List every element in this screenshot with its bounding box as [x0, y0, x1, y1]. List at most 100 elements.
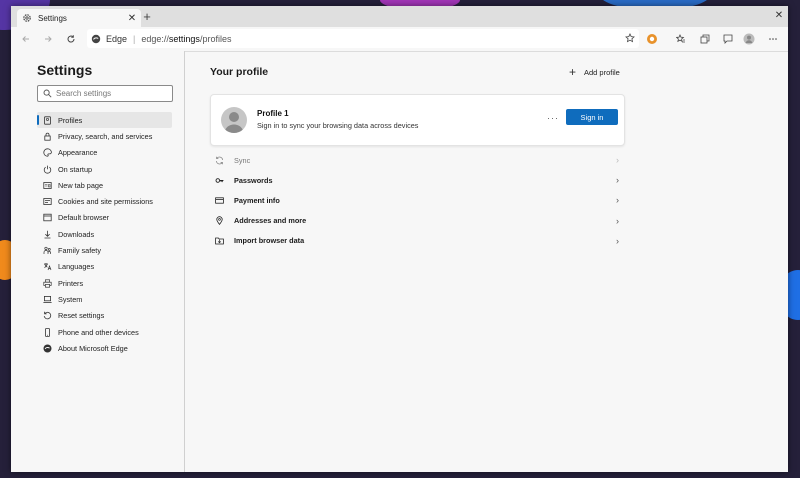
tab-title: Settings [38, 13, 67, 23]
sidebar-item-family-safety[interactable]: Family safety [37, 242, 172, 258]
chevron-right-icon: › [616, 175, 619, 186]
palette-icon [43, 148, 52, 157]
search-input[interactable] [56, 89, 166, 98]
chevron-right-icon: › [616, 235, 619, 246]
sidebar-item-printers[interactable]: Printers [37, 275, 172, 291]
key-icon [215, 176, 224, 185]
more-menu-icon[interactable] [765, 31, 781, 47]
window-close-icon[interactable]: ✕ [773, 10, 785, 22]
sidebar-item-new-tab-page[interactable]: New tab page [37, 177, 172, 193]
printer-icon [43, 279, 52, 288]
person-icon [43, 116, 52, 125]
reset-icon [43, 311, 52, 320]
refresh-button[interactable] [63, 31, 79, 47]
sidebar-item-profiles[interactable]: Profiles [37, 112, 172, 129]
power-icon [43, 165, 52, 174]
import-icon [215, 236, 224, 245]
sidebar-item-label: Profiles [58, 115, 83, 125]
sidebar-item-label: New tab page [58, 180, 104, 190]
search-box[interactable] [37, 85, 173, 102]
family-icon [43, 246, 52, 255]
toolbar: Edge | edge://settings/profiles [11, 27, 788, 52]
sidebar-item-label: Appearance [58, 148, 98, 158]
sign-in-button[interactable]: Sign in [566, 109, 618, 125]
site-name: Edge [106, 33, 128, 44]
language-icon [43, 262, 52, 271]
sidebar-item-reset-settings[interactable]: Reset settings [37, 308, 172, 324]
sidebar-title: Settings [37, 62, 93, 78]
browser-icon [43, 213, 52, 222]
row-sync[interactable]: Sync › [210, 150, 623, 170]
row-payment-info[interactable]: Payment info › [210, 190, 623, 210]
new-tab-button[interactable]: + [139, 8, 155, 25]
edge-icon [43, 344, 52, 353]
url-text: edge://settings/profiles [141, 33, 232, 44]
collections-icon[interactable] [697, 31, 713, 47]
sidebar-item-label: Cookies and site permissions [58, 197, 153, 207]
tab-close-icon[interactable]: ✕ [127, 13, 137, 24]
sync-icon [215, 156, 224, 165]
location-icon [215, 216, 224, 226]
favorites-icon[interactable] [673, 31, 689, 47]
phone-icon [43, 327, 52, 337]
sidebar-item-label: Phone and other devices [58, 327, 139, 337]
profile-name: Profile 1 [257, 109, 289, 118]
card-icon [215, 196, 224, 205]
tab-settings[interactable]: Settings ✕ [17, 9, 141, 27]
settings-content: Your profile + Add profile Profile 1 Sig… [185, 51, 788, 472]
add-profile-label: Add profile [584, 67, 620, 77]
plus-icon: + [569, 65, 577, 79]
sidebar-item-label: About Microsoft Edge [58, 343, 128, 353]
chevron-right-icon: › [616, 215, 619, 226]
forward-button[interactable] [40, 31, 56, 47]
chevron-right-icon: › [616, 155, 619, 165]
sidebar-item-about[interactable]: About Microsoft Edge [37, 340, 172, 356]
profile-settings-list: Sync › Passwords › Payment info › Addres… [210, 150, 623, 251]
sidebar-item-appearance[interactable]: Appearance [37, 145, 172, 161]
sidebar-item-label: Languages [58, 262, 95, 272]
sidebar-item-on-startup[interactable]: On startup [37, 161, 172, 177]
sidebar-item-cookies[interactable]: Cookies and site permissions [37, 193, 172, 209]
sidebar-item-label: Reset settings [58, 311, 105, 321]
sidebar-item-system[interactable]: System [37, 291, 172, 307]
address-bar[interactable]: Edge | edge://settings/profiles [87, 29, 639, 48]
row-label: Addresses and more [234, 216, 307, 226]
search-icon [43, 89, 52, 98]
add-profile-button[interactable]: + Add profile [569, 65, 620, 79]
settings-sidebar: Settings Profiles Privacy, search, and s… [11, 51, 185, 472]
permissions-icon [43, 197, 52, 206]
sidebar-item-label: Privacy, search, and services [58, 131, 153, 141]
sidebar-item-label: Printers [58, 278, 84, 288]
page-title: Your profile [210, 66, 269, 78]
profile-subtitle: Sign in to sync your browsing data acros… [257, 121, 419, 130]
feedback-icon[interactable] [720, 31, 736, 47]
favorite-star-icon[interactable] [623, 31, 637, 45]
sidebar-item-privacy[interactable]: Privacy, search, and services [37, 128, 172, 144]
profile-avatar[interactable] [741, 31, 757, 47]
sidebar-item-label: Default browser [58, 213, 110, 223]
sidebar-item-default-browser[interactable]: Default browser [37, 210, 172, 226]
sidebar-item-label: Downloads [58, 229, 95, 239]
sidebar-item-downloads[interactable]: Downloads [37, 226, 172, 242]
lock-icon [43, 132, 52, 141]
tab-strip: Settings ✕ + ✕ [11, 6, 788, 27]
browser-window: Settings ✕ + ✕ Edge | edge://settings/pr… [11, 6, 788, 472]
row-addresses[interactable]: Addresses and more › [210, 211, 623, 231]
system-icon [43, 295, 52, 304]
row-label: Passwords [234, 175, 273, 185]
row-import-browser-data[interactable]: Import browser data › [210, 231, 623, 251]
sidebar-item-languages[interactable]: Languages [37, 259, 172, 275]
row-label: Payment info [234, 195, 280, 205]
back-button[interactable] [18, 31, 34, 47]
edge-icon [91, 34, 101, 44]
gear-icon [22, 13, 32, 23]
row-passwords[interactable]: Passwords › [210, 170, 623, 190]
sidebar-item-label: On startup [58, 164, 93, 174]
extension-icon[interactable] [644, 31, 660, 47]
sidebar-item-label: Family safety [58, 246, 101, 256]
sidebar-item-phone[interactable]: Phone and other devices [37, 324, 172, 340]
chevron-right-icon: › [616, 195, 619, 206]
sidebar-item-label: System [58, 294, 83, 304]
more-options-button[interactable]: ··· [547, 113, 559, 123]
profile-card: Profile 1 Sign in to sync your browsing … [210, 94, 625, 146]
